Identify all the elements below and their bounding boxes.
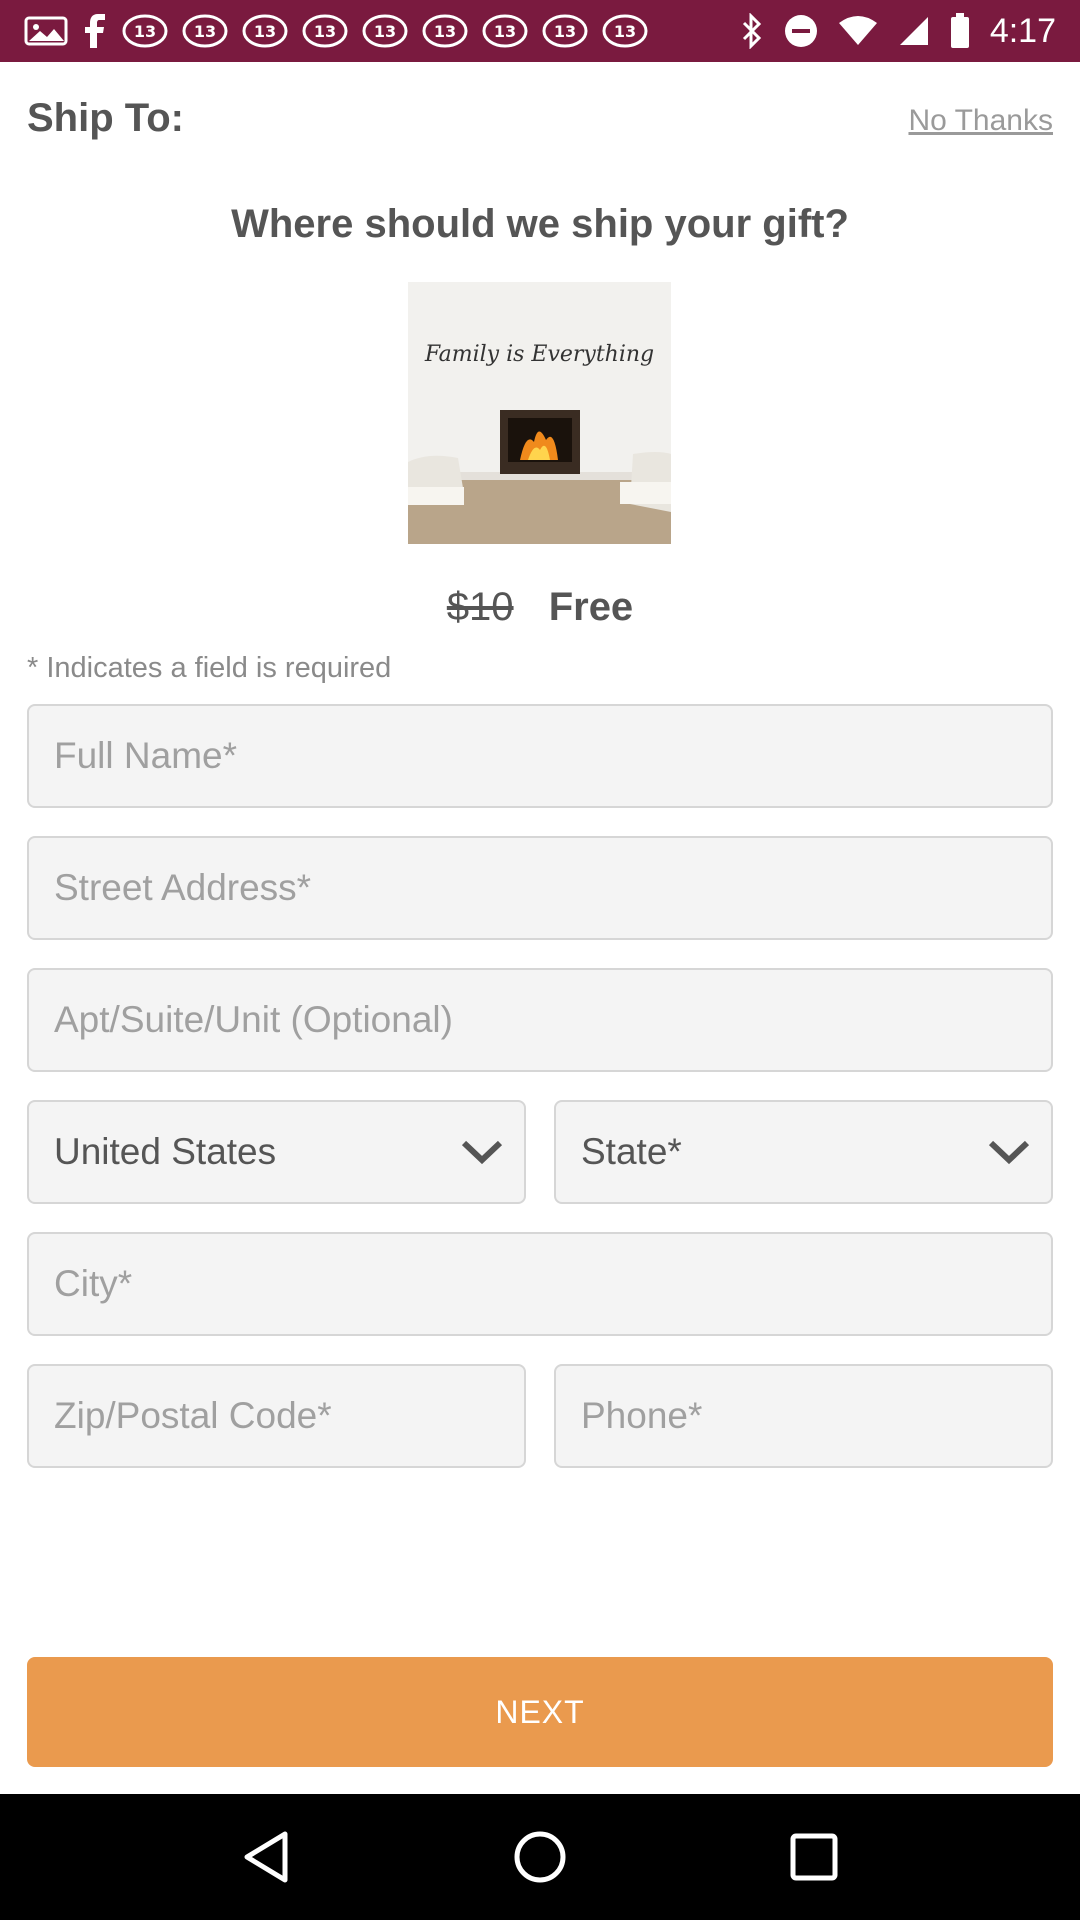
bluetooth-icon	[740, 13, 764, 49]
signal-icon	[898, 15, 930, 47]
status-bar: 13 13 13 13 13 13 13 13 13 4:17	[0, 0, 1080, 62]
phone-field	[554, 1364, 1053, 1468]
sale-price: Free	[548, 585, 634, 629]
street-address-field	[27, 836, 1053, 940]
svg-text:13: 13	[374, 22, 396, 41]
svg-text:13: 13	[254, 22, 276, 41]
chevron-down-icon	[987, 1138, 1031, 1166]
home-icon[interactable]	[513, 1830, 567, 1884]
navigation-bar	[0, 1794, 1080, 1920]
battery-icon	[950, 13, 970, 49]
apt-suite-field	[27, 968, 1053, 1072]
product-image: Family is Everything	[408, 282, 671, 544]
no-thanks-link[interactable]: No Thanks	[908, 104, 1053, 138]
zip-input[interactable]	[54, 1395, 524, 1437]
svg-text:13: 13	[614, 22, 636, 41]
state-select[interactable]: State*	[554, 1100, 1053, 1204]
phone-input[interactable]	[581, 1395, 1051, 1437]
abc13-icon: 13	[242, 14, 288, 48]
page-title: Ship To:	[27, 96, 184, 140]
price-row: $10 Free	[0, 585, 1080, 630]
notification-icons: 13 13 13 13 13 13 13 13 13	[24, 14, 740, 48]
state-value: State*	[581, 1131, 682, 1172]
header: Ship To: No Thanks	[0, 62, 1080, 172]
abc13-icon: 13	[482, 14, 528, 48]
facebook-icon	[82, 14, 108, 48]
svg-text:13: 13	[314, 22, 336, 41]
zip-field	[27, 1364, 526, 1468]
svg-text:13: 13	[434, 22, 456, 41]
required-note: * Indicates a field is required	[27, 652, 392, 684]
svg-text:13: 13	[494, 22, 516, 41]
gallery-icon	[24, 16, 68, 46]
city-field	[27, 1232, 1053, 1336]
wifi-icon	[838, 15, 878, 47]
full-name-field	[27, 704, 1053, 808]
abc13-icon: 13	[422, 14, 468, 48]
apt-suite-input[interactable]	[54, 999, 1051, 1041]
original-price: $10	[446, 585, 514, 629]
full-name-input[interactable]	[54, 735, 1051, 777]
city-input[interactable]	[54, 1263, 1051, 1305]
abc13-icon: 13	[302, 14, 348, 48]
product-image-caption: Family is Everything	[424, 342, 655, 367]
street-address-input[interactable]	[54, 867, 1051, 909]
recents-icon[interactable]	[789, 1832, 839, 1882]
status-time: 4:17	[989, 11, 1056, 50]
country-select[interactable]: United States	[27, 1100, 526, 1204]
dnd-icon	[784, 14, 818, 48]
abc13-icon: 13	[542, 14, 588, 48]
svg-text:13: 13	[194, 22, 216, 41]
abc13-icon: 13	[122, 14, 168, 48]
abc13-icon: 13	[602, 14, 648, 48]
abc13-icon: 13	[182, 14, 228, 48]
country-value: United States	[54, 1131, 277, 1172]
system-status: 4:17	[740, 12, 1056, 51]
abc13-icon: 13	[362, 14, 408, 48]
ship-question: Where should we ship your gift?	[231, 202, 849, 246]
back-icon[interactable]	[241, 1830, 291, 1884]
next-button[interactable]: NEXT	[27, 1657, 1053, 1767]
svg-text:13: 13	[554, 22, 576, 41]
svg-text:13: 13	[134, 22, 156, 41]
chevron-down-icon	[460, 1138, 504, 1166]
